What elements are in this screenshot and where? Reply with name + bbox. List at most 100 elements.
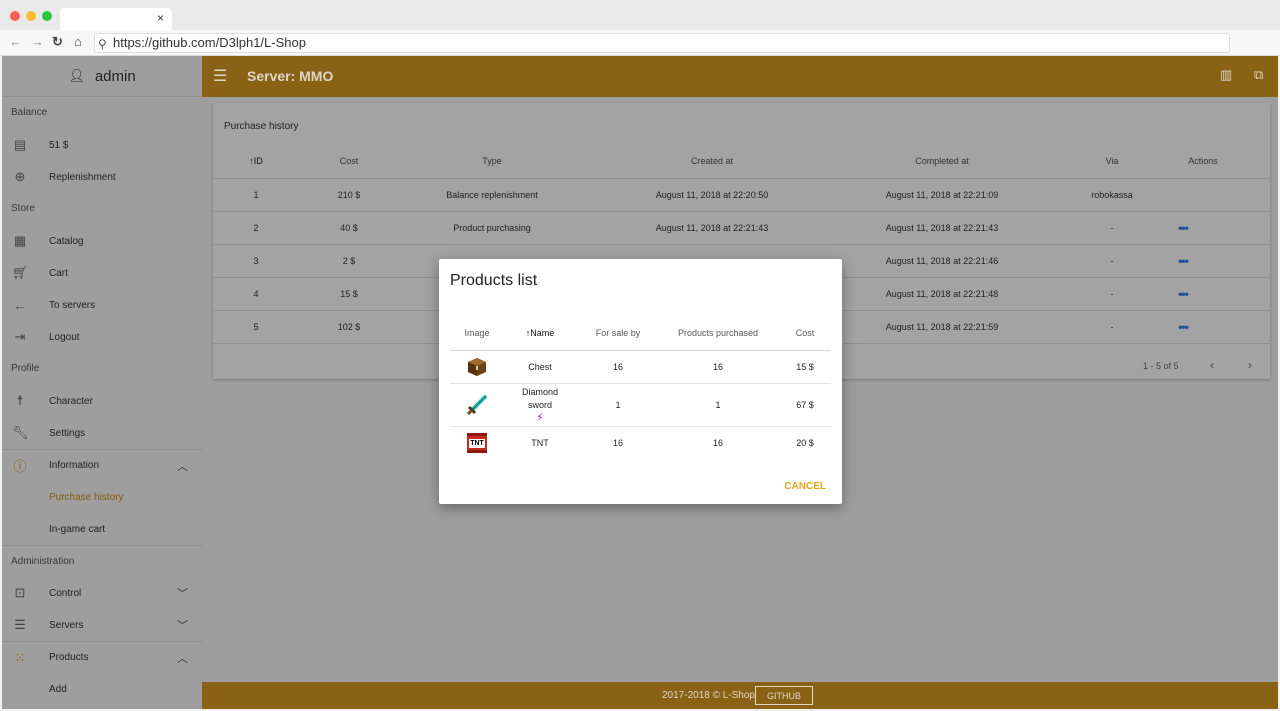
prev-page-icon[interactable]: ‹ xyxy=(1210,358,1214,372)
column-header-cost[interactable]: Cost xyxy=(784,315,826,350)
minimize-window-dot[interactable] xyxy=(26,11,36,21)
sidebar-item-label: Replenishment xyxy=(49,171,116,183)
sidebar-item-label: Add xyxy=(49,683,67,695)
logout-icon: ⇥ xyxy=(14,329,26,344)
cell-purchased: 16 xyxy=(712,438,723,448)
cell-via: - xyxy=(1110,322,1114,332)
sidebar-item-label: Information xyxy=(49,460,100,471)
column-header-cost[interactable]: Cost xyxy=(309,143,389,178)
cell-name: TNT xyxy=(531,438,549,448)
person-icon: ☨ xyxy=(16,393,24,408)
sidebar-item-label: Logout xyxy=(49,331,80,343)
sidebar-item-label: Products xyxy=(49,652,89,663)
sidebar-item-add[interactable]: Add xyxy=(2,673,202,705)
sidebar-item-balance: ▤ 51 $ xyxy=(2,129,202,161)
cell-cost: 2 $ xyxy=(342,256,356,266)
github-button[interactable]: GITHUB xyxy=(755,686,813,705)
library-icon[interactable]: ⧉ xyxy=(1254,67,1263,83)
next-page-icon[interactable]: › xyxy=(1248,358,1252,372)
sidebar-item-ingame-cart[interactable]: In-game cart xyxy=(2,513,202,545)
sidebar-item-logout[interactable]: ⇥ Logout xyxy=(2,321,202,353)
more-actions-icon[interactable]: ••• xyxy=(1168,245,1198,277)
column-header-via[interactable]: Via xyxy=(1082,143,1142,178)
wrench-icon: 🔧︎ xyxy=(12,425,29,440)
table-row: TNT TNT 16 16 20 $ xyxy=(450,427,831,459)
cell-id: 1 xyxy=(253,190,259,200)
sidebar-user[interactable]: 👤︎ admin xyxy=(2,56,202,97)
cell-created: August 11, 2018 at 22:21:43 xyxy=(655,223,769,233)
sidebar-item-character[interactable]: ☨ Character xyxy=(2,385,202,417)
cell-completed: August 11, 2018 at 22:21:43 xyxy=(885,223,999,233)
page-title: Server: MMO xyxy=(247,68,334,84)
cancel-button[interactable]: CANCEL xyxy=(784,481,826,492)
more-actions-icon[interactable]: ••• xyxy=(1168,278,1198,310)
section-balance: Balance xyxy=(11,107,48,118)
more-actions-icon[interactable]: ••• xyxy=(1168,212,1198,244)
column-header-image: Image xyxy=(464,327,490,338)
footer-copyright: 2017-2018 © L-Shop xyxy=(662,690,755,701)
cell-cost: 102 $ xyxy=(337,322,361,332)
cell-for-sale-by: 16 xyxy=(612,362,623,372)
products-list-dialog: Products list Image ↑ Name For sale by Pr… xyxy=(439,259,842,504)
column-header-id[interactable]: ↑ ID xyxy=(233,143,279,178)
column-header-name[interactable]: ↑ Name xyxy=(512,315,568,350)
products-table: Image ↑ Name For sale by Products purchas… xyxy=(450,315,831,459)
sidebar-item-label: Character xyxy=(49,395,93,407)
cell-cost: 20 $ xyxy=(796,438,814,448)
tnt-icon: TNT xyxy=(467,433,487,453)
chart-icon[interactable]: ▥ xyxy=(1220,67,1232,83)
sidebar-item-servers[interactable]: ☰ Servers ﹀ xyxy=(2,609,202,641)
cell-completed: August 11, 2018 at 22:21:09 xyxy=(885,190,999,200)
chevron-down-icon: ﹀ xyxy=(177,588,188,600)
cell-name: Chest xyxy=(528,362,552,372)
cell-for-sale-by: 16 xyxy=(612,438,623,448)
column-header-completed[interactable]: Completed at xyxy=(852,143,1032,178)
home-icon[interactable]: ⌂ xyxy=(74,34,82,49)
chevron-up-icon: ︿ xyxy=(177,652,188,665)
table-row: Diamond sword ⚡︎ 1 1 67 $ xyxy=(450,384,831,427)
cell-completed: August 11, 2018 at 22:21:59 xyxy=(885,322,999,332)
sidebar-item-to-servers[interactable]: ← To servers xyxy=(2,289,202,321)
tab-close-icon[interactable]: × xyxy=(157,11,164,25)
cell-name: Diamond sword ⚡︎ xyxy=(512,384,568,426)
table-header: Image ↑ Name For sale by Products purchas… xyxy=(450,315,831,351)
cell-via: - xyxy=(1110,289,1114,299)
table-row: 2 40 $ Product purchasing August 11, 201… xyxy=(213,212,1270,245)
diamond-sword-icon xyxy=(466,394,488,416)
url-input[interactable]: ⚲ https://github.com/D3lph1/L-Shop xyxy=(94,33,1230,53)
apps-icon: ⁙ xyxy=(14,649,26,665)
sidebar-item-information[interactable]: ⓘ Information ︿ xyxy=(2,449,202,481)
back-icon[interactable]: ← xyxy=(9,34,22,49)
browser-tab[interactable]: × xyxy=(60,8,172,30)
cell-completed: August 11, 2018 at 22:21:48 xyxy=(885,289,999,299)
browser-window: × ← → ↻ ⌂ ⚲ https://github.com/D3lph1/L-… xyxy=(0,0,1280,711)
section-profile: Profile xyxy=(11,363,40,374)
cell-for-sale-by: 1 xyxy=(615,400,621,410)
menu-icon[interactable]: ☰ xyxy=(213,66,227,86)
column-header-for-sale-by[interactable]: For sale by xyxy=(580,315,656,350)
info-icon: ⓘ xyxy=(13,459,27,474)
sidebar-item-products[interactable]: ⁙ Products ︿ xyxy=(2,641,202,673)
sidebar-item-replenishment[interactable]: ⊕ Replenishment xyxy=(2,161,202,193)
cell-via: - xyxy=(1110,256,1114,266)
sidebar-item-catalog[interactable]: ▦ Catalog xyxy=(2,225,202,257)
close-window-dot[interactable] xyxy=(10,11,20,21)
sidebar-item-cart[interactable]: 🛒︎ Cart xyxy=(2,257,202,289)
sidebar-item-control[interactable]: ⊡ Control ﹀ xyxy=(2,577,202,609)
more-actions-icon[interactable]: ••• xyxy=(1168,311,1198,343)
cell-cost: 210 $ xyxy=(337,190,361,200)
sidebar-item-settings[interactable]: 🔧︎ Settings xyxy=(2,417,202,449)
column-header-products-purchased[interactable]: Products purchased xyxy=(670,315,766,350)
tnt-image: TNT xyxy=(450,427,504,459)
cell-via: - xyxy=(1110,223,1114,233)
column-header-type[interactable]: Type xyxy=(412,143,572,178)
sidebar-item-label: Cart xyxy=(49,267,68,279)
reload-icon[interactable]: ↻ xyxy=(52,34,63,50)
column-header-created[interactable]: Created at xyxy=(622,143,802,178)
maximize-window-dot[interactable] xyxy=(42,11,52,21)
user-icon: 👤︎ xyxy=(68,68,85,83)
forward-icon[interactable]: → xyxy=(31,34,44,49)
sidebar-item-purchase-history[interactable]: Purchase history xyxy=(2,481,202,513)
cell-cost: 67 $ xyxy=(796,400,814,410)
section-store: Store xyxy=(11,203,35,214)
